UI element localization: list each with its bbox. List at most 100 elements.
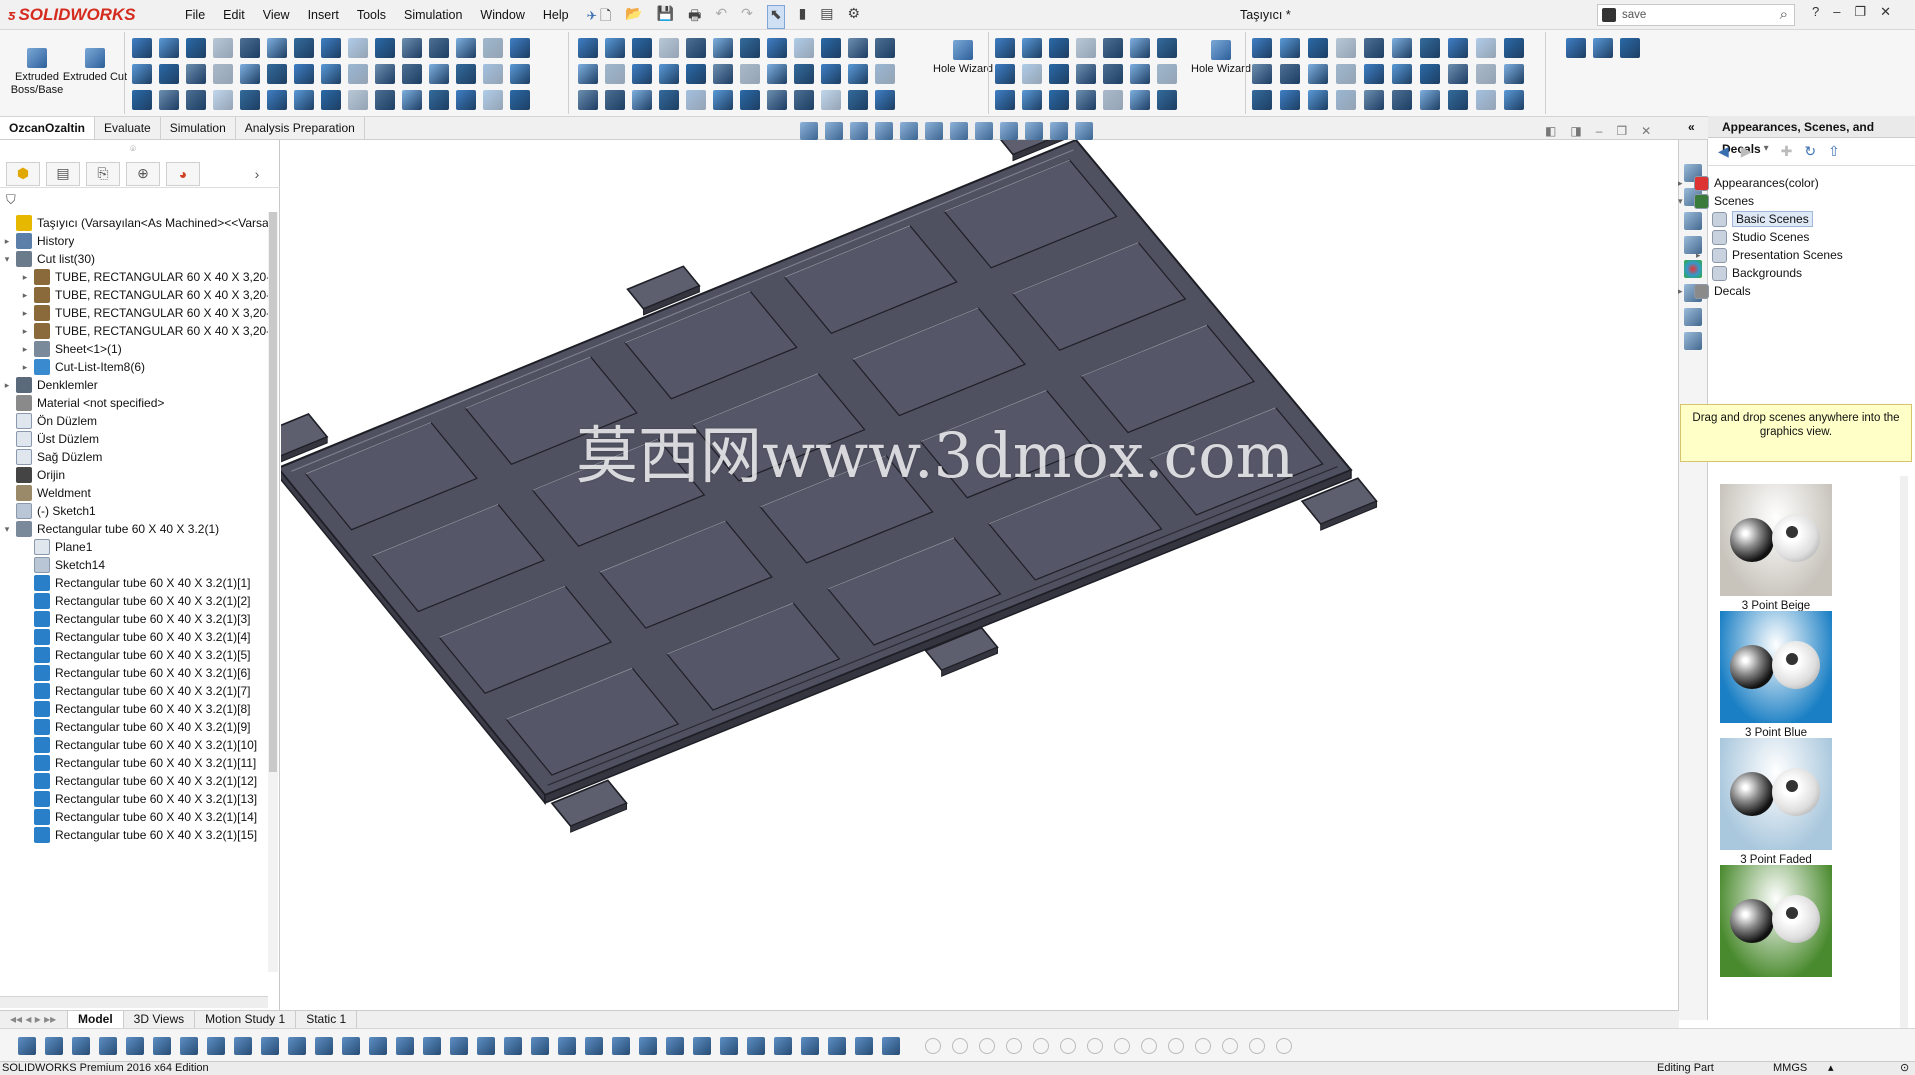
tool-icon[interactable]	[186, 90, 206, 110]
view-tool-icon[interactable]	[800, 122, 818, 140]
model-view[interactable]	[251, 107, 1679, 1010]
selection-tool-icon[interactable]	[99, 1037, 117, 1055]
scrollbar-thumb[interactable]	[269, 212, 277, 772]
tool-icon[interactable]	[429, 90, 449, 110]
selection-tool-icon[interactable]	[18, 1037, 36, 1055]
sketch-tool-icon[interactable]	[979, 1038, 995, 1054]
tool-icon[interactable]	[159, 64, 179, 84]
scene-thumbnail[interactable]	[1720, 865, 1832, 981]
tab-3d-views[interactable]: 3D Views	[124, 1011, 196, 1028]
tool-icon[interactable]	[1103, 38, 1123, 58]
tool-icon[interactable]	[848, 64, 868, 84]
sketch-tool-icon[interactable]	[1249, 1038, 1265, 1054]
tool-icon[interactable]	[1076, 38, 1096, 58]
sketch-tool-icon[interactable]	[1195, 1038, 1211, 1054]
task-pane-tab-icon[interactable]	[1684, 332, 1702, 350]
tool-icon[interactable]	[1566, 38, 1586, 58]
tool-icon[interactable]	[510, 38, 530, 58]
tool-icon[interactable]	[1392, 64, 1412, 84]
solidworks-logo[interactable]: ƽ SOLIDWORKS	[8, 3, 156, 27]
gallery-scrollbar[interactable]	[1900, 476, 1908, 1036]
selection-tool-icon[interactable]	[666, 1037, 684, 1055]
sketch-tool-icon[interactable]	[1168, 1038, 1184, 1054]
selection-tool-icon[interactable]	[369, 1037, 387, 1055]
tool-icon[interactable]	[456, 64, 476, 84]
tool-icon[interactable]	[186, 64, 206, 84]
tool-icon[interactable]	[686, 90, 706, 110]
tool-icon[interactable]	[483, 64, 503, 84]
tool-icon[interactable]	[348, 64, 368, 84]
hole-wizard-button[interactable]: Hole Wizard	[930, 40, 996, 76]
tool-icon[interactable]	[1476, 38, 1496, 58]
tool-icon[interactable]	[1420, 38, 1440, 58]
selection-tool-icon[interactable]	[477, 1037, 495, 1055]
tool-icon[interactable]	[510, 64, 530, 84]
tool-icon[interactable]	[821, 38, 841, 58]
tab-analysis-preparation[interactable]: Analysis Preparation	[236, 117, 365, 139]
add-location-icon[interactable]: ✚	[1781, 143, 1793, 165]
tool-icon[interactable]	[686, 38, 706, 58]
tool-icon[interactable]	[1157, 90, 1177, 110]
tool-icon[interactable]	[578, 64, 598, 84]
tool-icon[interactable]	[402, 90, 422, 110]
expand-arrow-icon[interactable]: ▾	[1678, 196, 1690, 207]
tool-icon[interactable]	[1593, 38, 1613, 58]
tool-icon[interactable]	[1620, 38, 1640, 58]
tool-icon[interactable]	[294, 90, 314, 110]
tool-icon[interactable]	[995, 64, 1015, 84]
sketch-tool-icon[interactable]	[1033, 1038, 1049, 1054]
tool-icon[interactable]	[375, 38, 395, 58]
expand-arrow-icon[interactable]: ▸	[20, 272, 30, 283]
tool-icon[interactable]	[1448, 64, 1468, 84]
up-folder-icon[interactable]: ⇧	[1828, 143, 1840, 165]
tool-icon[interactable]	[794, 38, 814, 58]
sketch-tool-icon[interactable]	[1141, 1038, 1157, 1054]
menu-tools[interactable]: Tools	[348, 8, 395, 22]
search-icon[interactable]: ⌕	[1780, 6, 1788, 23]
tool-icon[interactable]	[267, 64, 287, 84]
selection-tool-icon[interactable]	[531, 1037, 549, 1055]
tool-icon[interactable]	[713, 38, 733, 58]
tool-icon[interactable]	[794, 90, 814, 110]
expand-arrow-icon[interactable]: ▸	[1678, 286, 1690, 297]
redo-icon[interactable]: ↷	[741, 5, 753, 29]
view-tool-icon[interactable]	[825, 122, 843, 140]
tool-icon[interactable]	[1420, 64, 1440, 84]
selection-tool-icon[interactable]	[396, 1037, 414, 1055]
tool-icon[interactable]	[1420, 90, 1440, 110]
tool-icon[interactable]	[1103, 90, 1123, 110]
tool-icon[interactable]	[213, 38, 233, 58]
view-tool-icon[interactable]	[900, 122, 918, 140]
view-tool-icon[interactable]	[975, 122, 993, 140]
tab-motion-study[interactable]: Motion Study 1	[195, 1011, 297, 1028]
tool-icon[interactable]	[1130, 90, 1150, 110]
tool-icon[interactable]	[995, 90, 1015, 110]
help-icon[interactable]: ?	[1812, 4, 1819, 20]
tool-icon[interactable]	[510, 90, 530, 110]
tool-icon[interactable]	[375, 64, 395, 84]
expand-arrow-icon[interactable]: ▸	[2, 236, 12, 247]
tree-scrollbar[interactable]	[268, 212, 278, 972]
tool-icon[interactable]	[321, 90, 341, 110]
open-icon[interactable]: 📂	[625, 5, 642, 29]
selection-tool-icon[interactable]	[801, 1037, 819, 1055]
restore-icon[interactable]: ❐	[1854, 4, 1866, 20]
tab-scroll-arrows[interactable]: ◂◂ ◂ ▸ ▸▸	[0, 1011, 68, 1028]
close-icon[interactable]: ✕	[1880, 4, 1891, 20]
tool-icon[interactable]	[375, 90, 395, 110]
collapse-arrow-icon[interactable]: ▾	[2, 524, 12, 535]
tool-icon[interactable]	[578, 90, 598, 110]
expand-arrow-icon[interactable]: ▸	[2, 380, 12, 391]
new-document-icon[interactable]: 🗋	[600, 5, 611, 29]
sketch-tool-icon[interactable]	[1006, 1038, 1022, 1054]
selection-tool-icon[interactable]	[153, 1037, 171, 1055]
tree-item[interactable]: Rectangular tube 60 X 40 X 3.2(1)[15]	[20, 824, 257, 846]
tile-right-icon[interactable]: ◨	[1570, 124, 1581, 138]
sketch-tool-icon[interactable]	[1222, 1038, 1238, 1054]
task-pane-node[interactable]: ▸ Decals	[1678, 280, 1751, 302]
tool-icon[interactable]	[402, 64, 422, 84]
tool-icon[interactable]	[267, 90, 287, 110]
tool-icon[interactable]	[1448, 38, 1468, 58]
tool-icon[interactable]	[1280, 38, 1300, 58]
tool-icon[interactable]	[875, 64, 895, 84]
